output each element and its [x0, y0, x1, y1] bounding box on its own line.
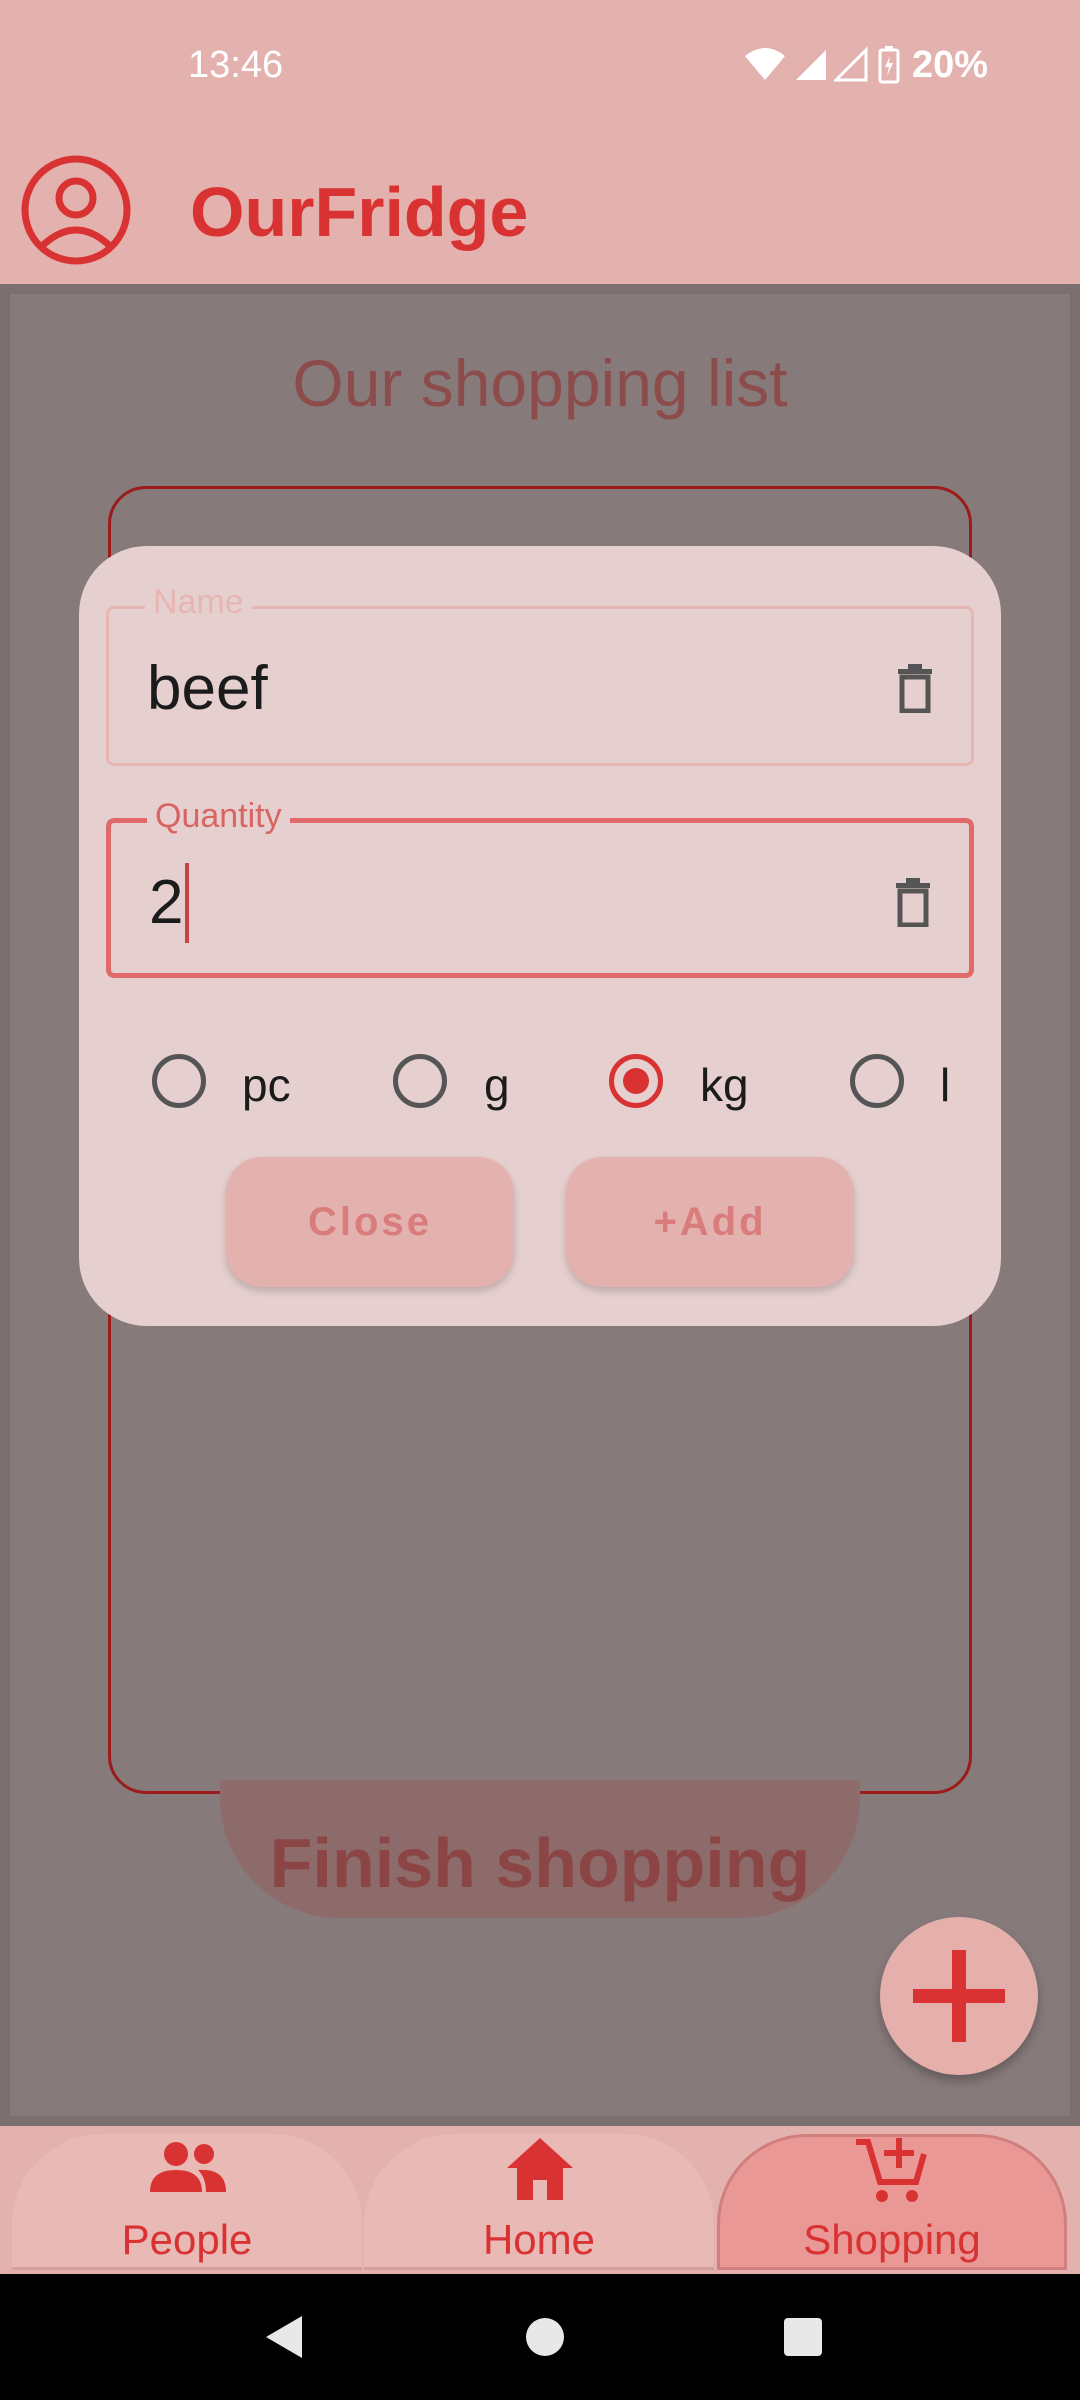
quantity-field[interactable]: Quantity 2: [106, 797, 974, 978]
add-item-fab[interactable]: [880, 1917, 1038, 2075]
back-icon[interactable]: [264, 2314, 304, 2360]
name-field[interactable]: Name beef: [106, 583, 974, 766]
battery-icon: [878, 46, 900, 84]
people-icon: [150, 2142, 226, 2192]
app-bar: [0, 140, 1080, 284]
signal-icon: [834, 46, 868, 82]
add-button[interactable]: +Add: [566, 1157, 854, 1287]
unit-label-g[interactable]: g: [484, 1058, 510, 1112]
trash-icon[interactable]: [895, 663, 935, 713]
unit-radio-l[interactable]: [850, 1054, 904, 1108]
name-value: beef: [147, 654, 268, 723]
wifi-icon: [745, 48, 785, 80]
signal-icon: [796, 50, 826, 80]
status-time: 13:46: [188, 44, 284, 86]
home-icon: [507, 2138, 573, 2200]
unit-label-pc[interactable]: pc: [242, 1058, 291, 1112]
quantity-label: Quantity: [147, 797, 290, 836]
trash-icon[interactable]: [893, 877, 933, 927]
quantity-value: 2: [149, 868, 184, 937]
home-circle-icon[interactable]: [524, 2316, 566, 2358]
plus-icon: [913, 1950, 1005, 2042]
unit-radio-g[interactable]: [393, 1054, 447, 1108]
page-title: Our shopping list: [292, 346, 788, 420]
close-button[interactable]: Close: [226, 1157, 514, 1287]
nav-label-shopping: Shopping: [803, 2216, 981, 2263]
finish-shopping-button[interactable]: Finish shopping: [220, 1780, 860, 1918]
cart-add-icon: [856, 2138, 927, 2202]
unit-radio-pc[interactable]: [152, 1054, 206, 1108]
text-cursor: [185, 863, 189, 943]
recents-icon[interactable]: [782, 2316, 824, 2358]
account-circle-icon[interactable]: [20, 154, 132, 266]
app-title: OurFridge: [190, 173, 529, 251]
unit-label-l[interactable]: l: [940, 1058, 950, 1112]
battery-percent: 20%: [912, 44, 989, 86]
nav-label-people: People: [121, 2216, 253, 2263]
name-label: Name: [145, 583, 252, 622]
nav-label-home: Home: [482, 2216, 596, 2263]
unit-radio-kg[interactable]: [609, 1054, 663, 1108]
unit-label-kg[interactable]: kg: [700, 1058, 749, 1112]
